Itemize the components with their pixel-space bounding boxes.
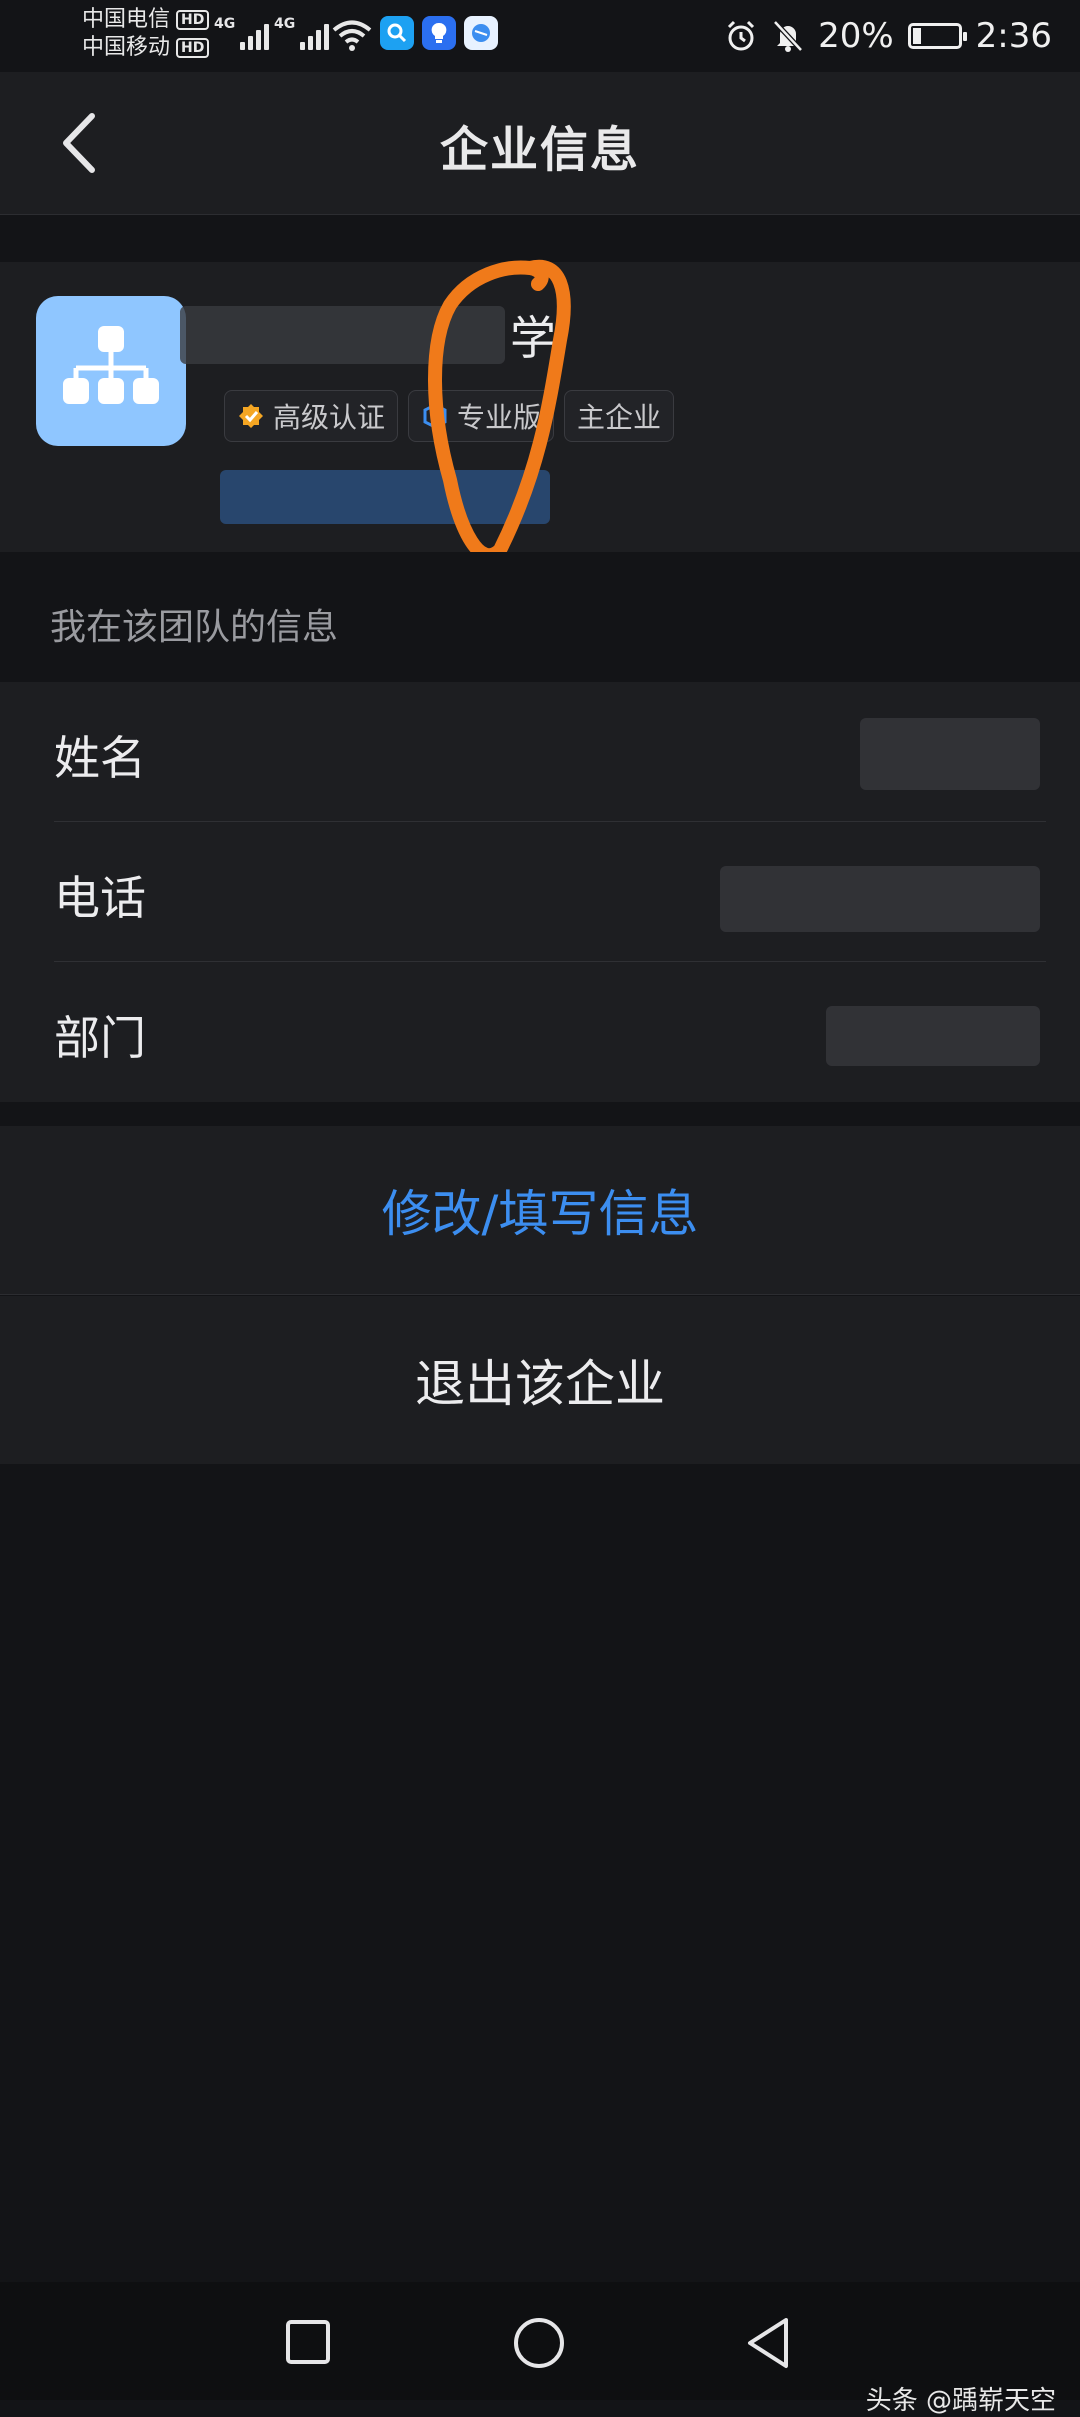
clock: 2:36: [975, 16, 1052, 56]
battery-charging-icon: [907, 23, 967, 49]
signal-icon: 4G: [214, 16, 270, 50]
hd-badge: HD: [176, 10, 210, 30]
redacted-company-name: [180, 306, 505, 364]
carrier-2: 中国移动: [82, 35, 171, 60]
search-app-icon: [380, 16, 414, 50]
my-info-section-header: 我在该团队的信息: [0, 552, 1080, 682]
org-chart-icon: [63, 326, 159, 404]
redacted-value: [860, 718, 1040, 790]
redacted-role: [220, 470, 550, 524]
alarm-icon: [728, 20, 755, 51]
system-status: 20% 2:36: [724, 12, 1052, 60]
bulb-app-icon: [422, 16, 456, 50]
tag-verified: 高级认证: [224, 390, 399, 442]
company-name: 学: [510, 311, 556, 365]
company-tags: 高级认证 专业版 主企业: [224, 390, 675, 442]
carrier-1: 中国电信: [82, 7, 171, 32]
my-info-list: 姓名 电话 部门: [0, 682, 1080, 1102]
info-label-name: 姓名: [54, 731, 146, 785]
tag-pro: 专业版: [408, 390, 555, 442]
status-bar: 中国电信 HD 中国移动 HD 4G 4G 20% 2:36: [0, 0, 1080, 72]
section-title: 我在该团队的信息: [50, 607, 339, 648]
carrier-info: 中国电信 HD 中国移动 HD: [82, 6, 210, 62]
tag-main-company: 主企业: [564, 390, 675, 442]
quit-company-button[interactable]: 退出该企业: [0, 1296, 1080, 1464]
pro-badge-icon: [423, 403, 447, 429]
hd-badge: HD: [176, 38, 210, 58]
company-card[interactable]: 学 高级认证 专业版 主企业: [0, 262, 1080, 552]
redacted-value: [826, 1006, 1040, 1066]
verified-badge-icon: [239, 404, 263, 428]
notification-app-icons: [380, 16, 498, 50]
edit-info-button[interactable]: 修改/填写信息: [0, 1126, 1080, 1295]
battery-percent: 20%: [818, 16, 894, 56]
recent-apps-icon[interactable]: [284, 2318, 332, 2366]
back-triangle-icon[interactable]: [744, 2316, 794, 2370]
home-icon[interactable]: [512, 2316, 566, 2370]
company-logo: [36, 296, 186, 446]
info-label-department: 部门: [54, 1011, 146, 1065]
info-row-department[interactable]: 部门: [0, 962, 1080, 1102]
wifi-icon: [332, 20, 372, 51]
nav-bar: 企业信息: [0, 72, 1080, 215]
info-row-phone[interactable]: 电话: [0, 822, 1080, 962]
signal-icon: 4G: [274, 16, 330, 50]
page-title: 企业信息: [439, 122, 640, 178]
mute-bell-icon: [773, 20, 803, 52]
globe-app-icon: [464, 16, 498, 50]
watermark: 头条 @踽崭天空: [865, 2386, 1056, 2416]
redacted-value: [720, 866, 1040, 932]
info-label-phone: 电话: [54, 871, 146, 925]
info-row-name[interactable]: 姓名: [0, 682, 1080, 822]
